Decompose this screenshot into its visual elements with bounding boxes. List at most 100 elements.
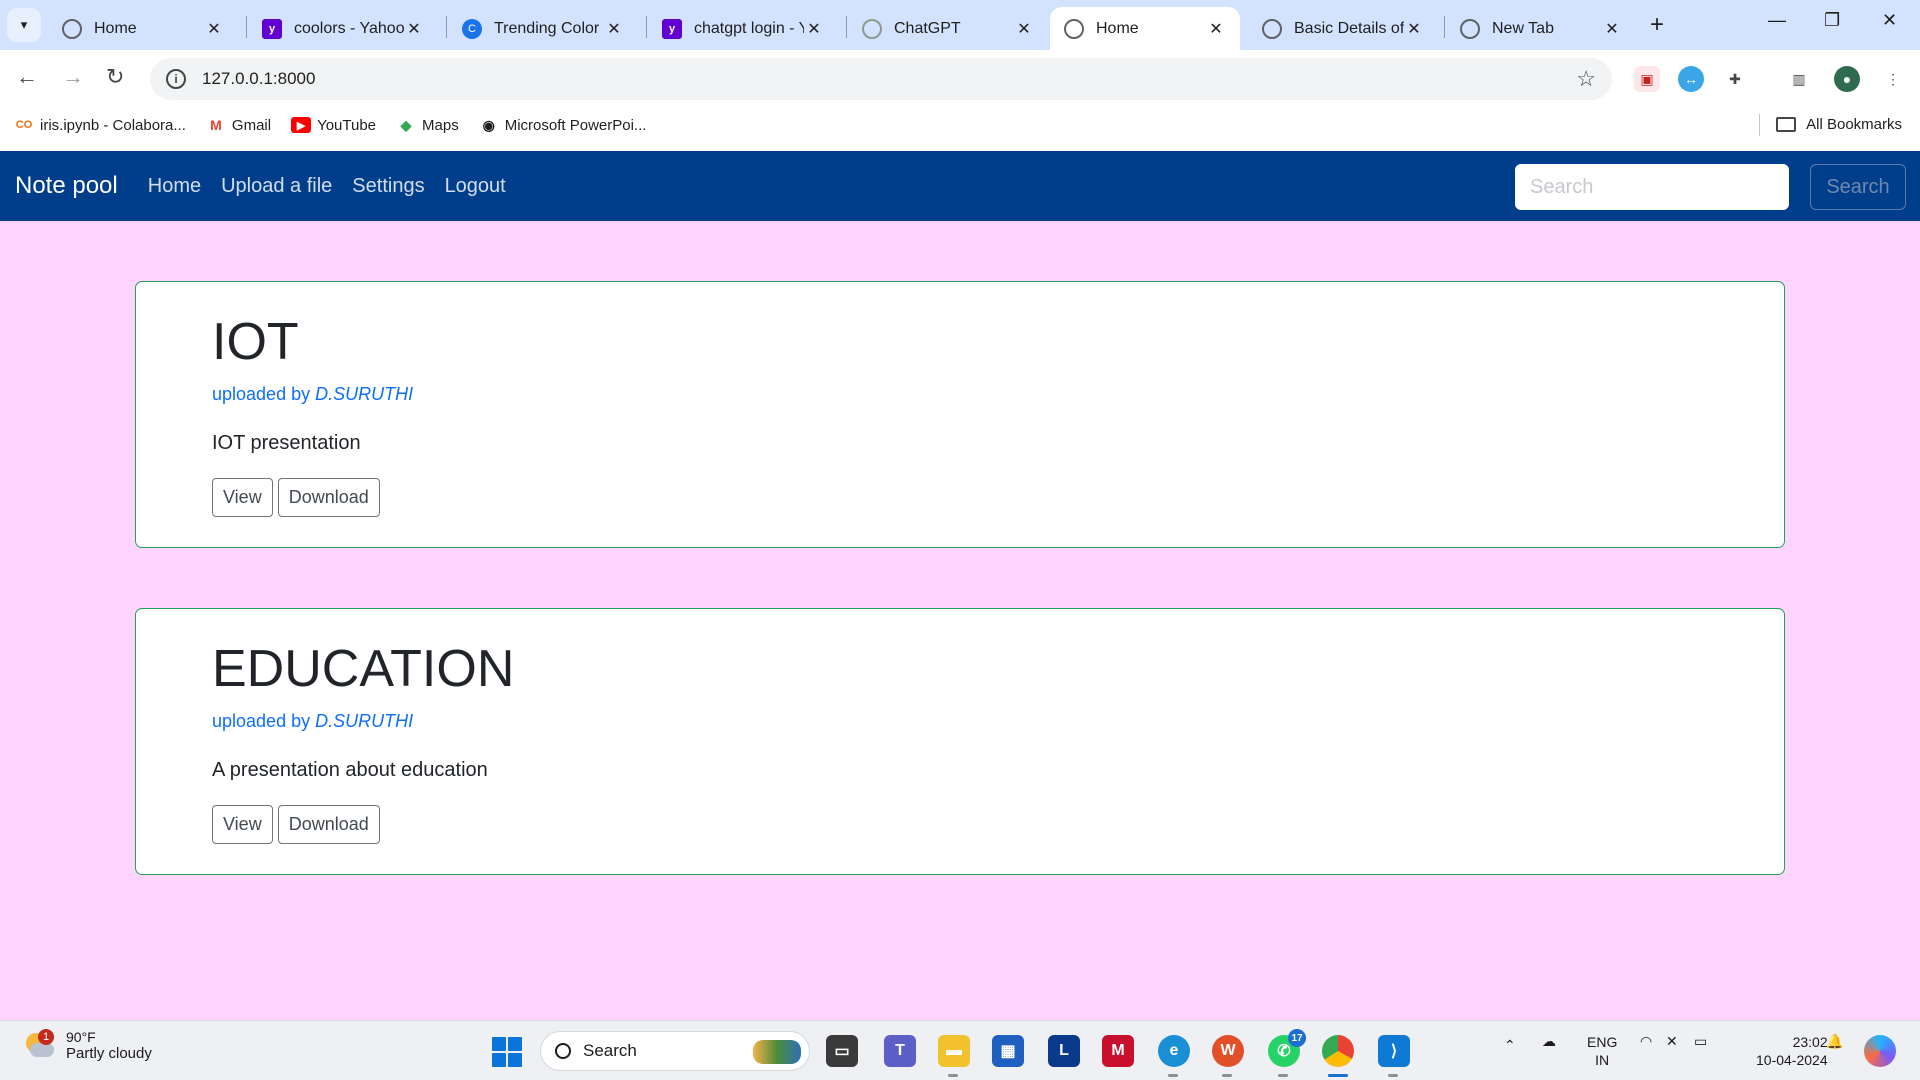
weather-widget[interactable]: 1 90°F Partly cloudy bbox=[22, 1028, 152, 1062]
translate-extension-icon[interactable]: ↔ bbox=[1678, 66, 1704, 92]
wifi-icon[interactable]: ◠ bbox=[1640, 1033, 1652, 1050]
side-panel-icon[interactable]: ▥ bbox=[1786, 66, 1812, 92]
globe-icon bbox=[1460, 18, 1480, 39]
search-icon bbox=[555, 1043, 571, 1059]
window-close-button[interactable]: ✕ bbox=[1882, 10, 1897, 31]
note-uploader-line: uploaded by D.SURUTHI bbox=[212, 384, 413, 405]
profile-avatar[interactable]: ● bbox=[1834, 66, 1860, 92]
wps-office-icon[interactable]: W bbox=[1212, 1035, 1244, 1077]
nav-upload-link[interactable]: Upload a file bbox=[221, 175, 332, 198]
view-button[interactable]: View bbox=[212, 478, 273, 517]
globe-icon bbox=[62, 18, 82, 39]
view-button[interactable]: View bbox=[212, 805, 273, 844]
download-button[interactable]: Download bbox=[277, 805, 380, 844]
bookmarks-bar: CO iris.ipynb - Colabora... M Gmail ▶ Yo… bbox=[0, 106, 1920, 144]
browser-tab-active[interactable]: Home ✕ bbox=[1050, 7, 1240, 50]
bookmark-label: Maps bbox=[422, 116, 459, 134]
battery-icon[interactable]: ▭ bbox=[1694, 1033, 1707, 1050]
site-brand[interactable]: Note pool bbox=[15, 172, 118, 200]
close-icon[interactable]: ✕ bbox=[604, 19, 624, 39]
clock[interactable]: 23:02 10-04-2024 bbox=[1756, 1033, 1828, 1069]
microsoft-store-icon[interactable]: ▦ bbox=[992, 1035, 1024, 1067]
new-tab-button[interactable]: + bbox=[1650, 11, 1664, 39]
site-search-input[interactable] bbox=[1515, 164, 1789, 210]
teams-icon[interactable]: T bbox=[884, 1035, 916, 1067]
whatsapp-badge: 17 bbox=[1288, 1029, 1306, 1047]
browser-tab[interactable]: ChatGPT ✕ bbox=[848, 7, 1048, 50]
weather-badge: 1 bbox=[38, 1028, 54, 1045]
minimize-button[interactable]: — bbox=[1768, 10, 1786, 31]
edge-icon[interactable]: e bbox=[1158, 1035, 1190, 1077]
tab-title: ChatGPT bbox=[894, 19, 961, 37]
address-bar[interactable]: i 127.0.0.1:8000 ☆ bbox=[150, 58, 1612, 100]
file-explorer-icon[interactable]: ▬ bbox=[938, 1035, 970, 1077]
l-app-icon[interactable]: L bbox=[1048, 1035, 1080, 1067]
forward-button[interactable]: → bbox=[62, 64, 84, 90]
pdf-extension-icon[interactable]: ▣ bbox=[1634, 66, 1660, 92]
onedrive-icon[interactable]: ☁ bbox=[1542, 1033, 1556, 1050]
close-icon[interactable]: ✕ bbox=[804, 19, 824, 39]
chrome-icon[interactable] bbox=[1322, 1035, 1354, 1077]
taskbar-search-label: Search bbox=[583, 1041, 637, 1060]
close-icon[interactable]: ✕ bbox=[204, 19, 224, 39]
all-bookmarks-label: All Bookmarks bbox=[1806, 116, 1902, 133]
tab-divider bbox=[646, 16, 647, 38]
coolors-icon: C bbox=[462, 18, 482, 39]
tab-title: coolors - Yahoo Search bbox=[294, 19, 404, 37]
tab-divider bbox=[846, 16, 847, 38]
notification-bell-icon[interactable]: 🔔 bbox=[1826, 1033, 1843, 1050]
close-icon[interactable]: ✕ bbox=[1014, 19, 1034, 39]
mcafee-icon[interactable]: M bbox=[1102, 1035, 1134, 1067]
back-button[interactable]: ← bbox=[16, 64, 38, 90]
weather-temperature: 90°F bbox=[66, 1029, 96, 1045]
restore-button[interactable]: ❐ bbox=[1824, 10, 1840, 31]
tab-divider bbox=[446, 16, 447, 38]
extensions-puzzle-icon[interactable]: ✚ bbox=[1722, 66, 1748, 92]
nav-settings-link[interactable]: Settings bbox=[352, 175, 424, 198]
browser-tab[interactable]: y chatgpt login - Yahoo ✕ bbox=[648, 7, 838, 50]
language-indicator[interactable]: ENG IN bbox=[1587, 1033, 1617, 1069]
nav-logout-link[interactable]: Logout bbox=[445, 175, 506, 198]
note-card: IOT uploaded by D.SURUTHI IOT presentati… bbox=[135, 281, 1785, 548]
address-url[interactable]: 127.0.0.1:8000 bbox=[202, 69, 315, 89]
close-icon[interactable]: ✕ bbox=[404, 19, 424, 39]
taskbar-search[interactable]: Search bbox=[540, 1031, 810, 1071]
site-search-button[interactable]: Search bbox=[1810, 164, 1906, 210]
bookmark-label: Microsoft PowerPoi... bbox=[504, 116, 647, 134]
bookmark-item[interactable]: ◉ Microsoft PowerPoi... bbox=[479, 117, 647, 134]
vscode-icon[interactable]: ⟩ bbox=[1378, 1035, 1410, 1077]
browser-tab[interactable]: Home ✕ bbox=[48, 7, 238, 50]
language-code: ENG bbox=[1587, 1034, 1618, 1050]
bookmark-item[interactable]: ▶ YouTube bbox=[291, 117, 376, 134]
clock-date: 10-04-2024 bbox=[1756, 1052, 1828, 1068]
chatgpt-icon bbox=[862, 18, 882, 39]
chevron-up-icon[interactable]: ⌃ bbox=[1504, 1037, 1516, 1054]
more-menu-icon[interactable]: ⋮ bbox=[1880, 66, 1906, 92]
close-icon[interactable]: ✕ bbox=[1404, 19, 1424, 39]
tab-search-button[interactable]: ▾ bbox=[7, 8, 41, 42]
speaker-muted-icon[interactable]: ✕ bbox=[1666, 1033, 1678, 1050]
bookmark-label: YouTube bbox=[317, 116, 377, 134]
bookmark-item[interactable]: CO iris.ipynb - Colabora... bbox=[14, 117, 186, 134]
all-bookmarks-button[interactable]: All Bookmarks bbox=[1776, 116, 1902, 133]
site-info-icon[interactable]: i bbox=[166, 69, 186, 89]
task-view-icon[interactable]: ▭ bbox=[826, 1035, 858, 1067]
browser-tab[interactable]: New Tab ✕ bbox=[1446, 7, 1636, 50]
bookmark-star-icon[interactable]: ☆ bbox=[1576, 66, 1596, 92]
bookmark-item[interactable]: M Gmail bbox=[206, 117, 271, 134]
whatsapp-icon[interactable]: ✆ 17 bbox=[1268, 1029, 1306, 1077]
nav-home-link[interactable]: Home bbox=[148, 175, 201, 198]
browser-tab[interactable]: Basic Details of the ✕ bbox=[1248, 7, 1438, 50]
close-icon[interactable]: ✕ bbox=[1602, 19, 1622, 39]
reload-button[interactable]: ↻ bbox=[106, 64, 124, 90]
tab-title: Home bbox=[94, 19, 137, 37]
site-navbar: Note pool Home Upload a file Settings Lo… bbox=[0, 151, 1920, 221]
start-button[interactable] bbox=[492, 1037, 522, 1067]
bookmark-item[interactable]: ◆ Maps bbox=[396, 117, 459, 134]
close-icon[interactable]: ✕ bbox=[1206, 19, 1226, 39]
browser-tab[interactable]: C Trending Color Palettes ✕ bbox=[448, 7, 638, 50]
copilot-icon[interactable] bbox=[1864, 1035, 1896, 1067]
browser-tab[interactable]: y coolors - Yahoo Search ✕ bbox=[248, 7, 438, 50]
download-button[interactable]: Download bbox=[277, 478, 380, 517]
clock-time: 23:02 bbox=[1792, 1034, 1828, 1050]
